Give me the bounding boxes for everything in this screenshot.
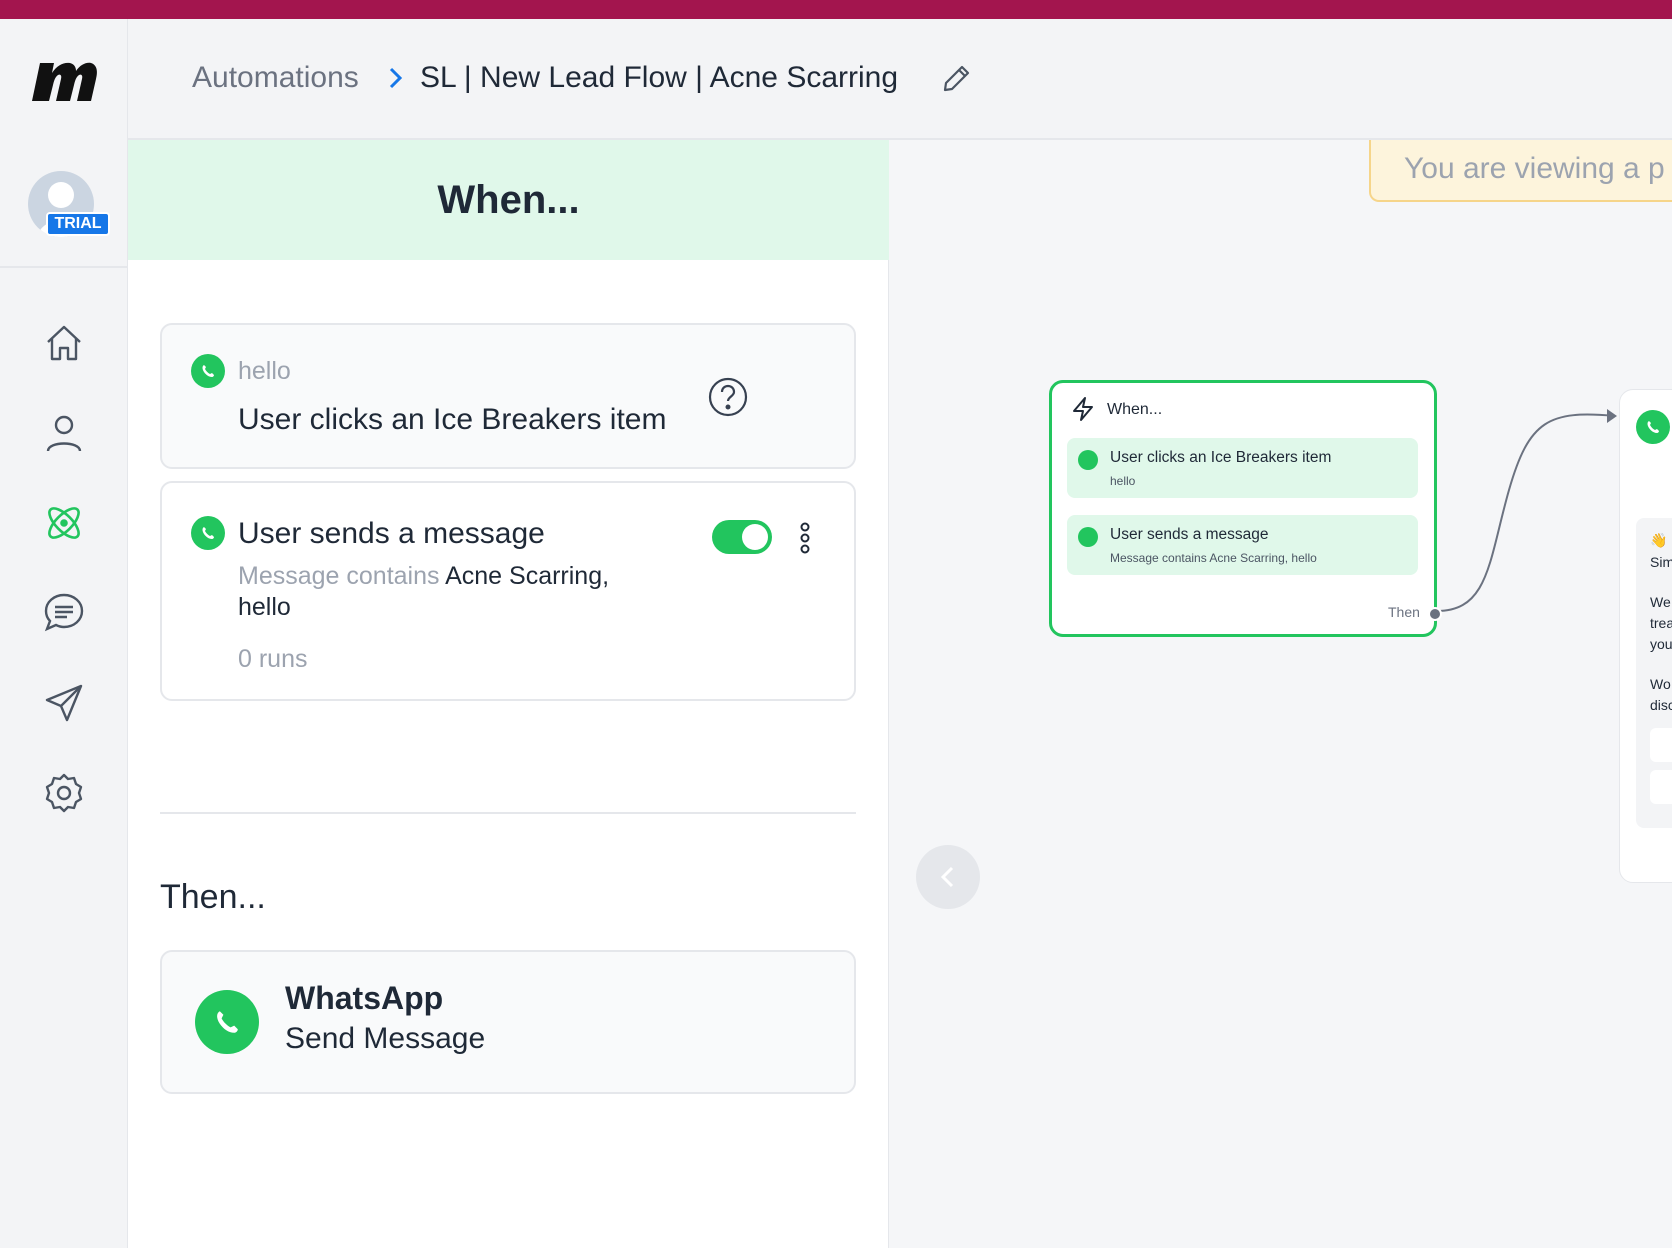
then-title: Then...: [160, 878, 266, 916]
node-output-port[interactable]: [1428, 607, 1442, 621]
section-divider: [160, 812, 856, 814]
node-row-subtitle: hello: [1110, 474, 1136, 488]
nav-home[interactable]: [40, 319, 88, 367]
help-icon[interactable]: [708, 377, 748, 417]
quick-reply-button[interactable]: [1650, 728, 1672, 762]
action-node[interactable]: 👋 Sim We trea you Wo disc: [1619, 389, 1672, 883]
toggle-knob: [742, 524, 768, 550]
node-row-title: User sends a message: [1110, 526, 1269, 543]
node-trigger-row[interactable]: User clicks an Ice Breakers item hello: [1067, 438, 1418, 498]
action-card-whatsapp[interactable]: WhatsApp Send Message: [160, 950, 856, 1094]
node-title: When...: [1107, 401, 1163, 418]
trigger-card-ice-breakers[interactable]: hello User clicks an Ice Breakers item: [160, 323, 856, 469]
whatsapp-icon: [1078, 450, 1098, 470]
trigger-card-user-message[interactable]: User sends a message Message contains Ac…: [160, 481, 856, 701]
nav-automations[interactable]: [40, 499, 88, 547]
flow-connector: [1436, 409, 1617, 612]
trigger-enabled-toggle[interactable]: [712, 520, 772, 554]
page-title: SL | New Lead Flow | Acne Scarring: [420, 61, 899, 94]
more-options-icon[interactable]: [798, 521, 812, 555]
when-header: When...: [128, 140, 889, 260]
trigger-title: User clicks an Ice Breakers item: [238, 403, 667, 436]
message-text: trea: [1650, 615, 1672, 631]
quick-reply-button[interactable]: [1650, 770, 1672, 804]
condition-value-2: hello: [238, 593, 291, 621]
sidebar: TRIAL: [0, 19, 128, 1248]
chat-icon: [44, 593, 84, 632]
wave-emoji-icon: 👋: [1650, 532, 1668, 548]
condition-prefix: Message contains: [238, 562, 440, 590]
node-row-subtitle: Message contains Acne Scarring, hello: [1110, 551, 1317, 565]
node-trigger-row[interactable]: User sends a message Message contains Ac…: [1067, 515, 1418, 575]
chevron-right-icon: [389, 67, 403, 89]
flow-canvas[interactable]: You are viewing a p When... User clicks …: [889, 140, 1672, 1248]
message-preview: 👋 Sim We trea you Wo disc: [1636, 518, 1672, 828]
message-text: disc: [1650, 697, 1672, 713]
when-node[interactable]: When... User clicks an Ice Breakers item…: [1049, 380, 1442, 637]
nav-contacts[interactable]: [40, 409, 88, 457]
node-row-title: User clicks an Ice Breakers item: [1110, 449, 1332, 466]
trial-badge: TRIAL: [46, 212, 110, 236]
sidebar-divider: [0, 266, 128, 268]
atom-icon: [48, 507, 80, 539]
action-subtitle: Send Message: [285, 1022, 486, 1055]
top-accent-bar: [0, 0, 1672, 19]
trigger-condition: Message contains Acne Scarring, hello: [238, 561, 678, 623]
action-title: WhatsApp: [285, 980, 444, 1016]
nav-broadcasts[interactable]: [40, 679, 88, 727]
message-text: Sim: [1650, 554, 1672, 570]
home-icon: [47, 325, 81, 361]
condition-value: Acne Scarring,: [445, 562, 610, 590]
whatsapp-icon: [1636, 410, 1670, 444]
user-icon: [46, 415, 82, 452]
node-then-label: Then: [1388, 604, 1420, 620]
trigger-keyword: hello: [238, 357, 291, 385]
brand-logo-icon[interactable]: [30, 57, 98, 103]
nav-chat[interactable]: [40, 589, 88, 637]
message-text: you: [1650, 636, 1672, 652]
automation-panel: When... hello User clicks an Ice Breaker…: [128, 140, 889, 1248]
pencil-icon[interactable]: [942, 63, 972, 93]
whatsapp-icon: [191, 516, 225, 550]
send-icon: [45, 684, 83, 722]
run-count: 0 runs: [238, 645, 308, 673]
whatsapp-icon: [1078, 527, 1098, 547]
trigger-title: User sends a message: [238, 517, 545, 550]
header: Automations SL | New Lead Flow | Acne Sc…: [128, 19, 1672, 140]
whatsapp-icon: [195, 990, 259, 1054]
breadcrumb-automations[interactable]: Automations: [192, 61, 359, 95]
nav-settings[interactable]: [40, 769, 88, 817]
whatsapp-icon: [191, 354, 225, 388]
lightning-icon: [1073, 397, 1093, 421]
message-text: Wo: [1650, 676, 1671, 692]
gear-icon: [45, 773, 83, 813]
message-text: We: [1650, 594, 1671, 610]
